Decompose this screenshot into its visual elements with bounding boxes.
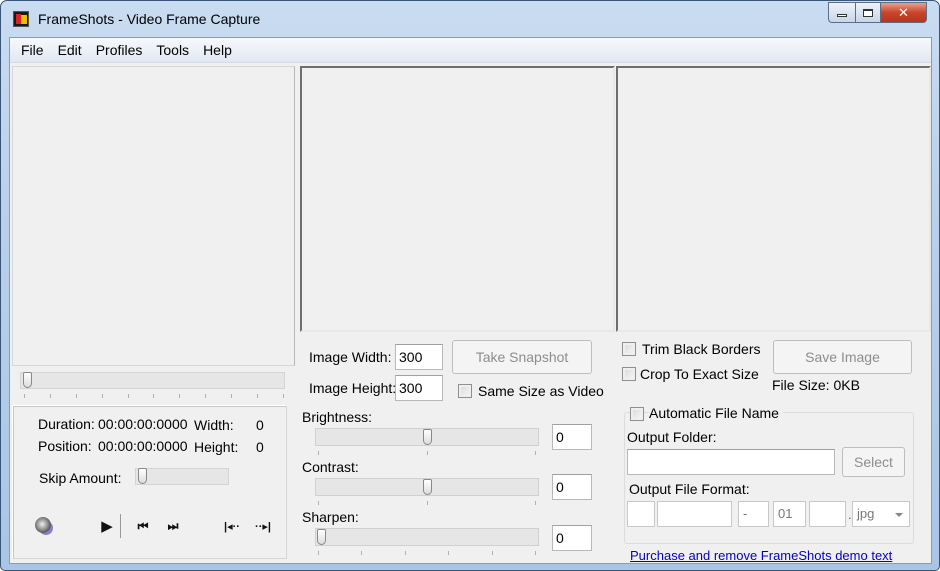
format-field-1[interactable] xyxy=(627,501,655,527)
select-folder-button[interactable]: Select xyxy=(842,447,905,477)
automatic-file-name-group: Automatic File Name Output Folder: Selec… xyxy=(624,405,915,544)
play-button[interactable]: ▶ xyxy=(99,514,115,538)
contrast-label: Contrast: xyxy=(302,459,359,475)
position-label: Position: xyxy=(38,438,92,454)
image-height-label: Image Height: xyxy=(309,380,397,396)
snapshot-preview xyxy=(300,66,615,332)
output-folder-label: Output Folder: xyxy=(627,429,717,445)
purchase-link[interactable]: Purchase and remove FrameShots demo text xyxy=(630,548,892,563)
crop-exact-label[interactable]: Crop To Exact Size xyxy=(640,366,759,382)
duration-label: Duration: xyxy=(38,416,95,432)
width-value: 0 xyxy=(256,417,264,433)
height-label: Height: xyxy=(194,439,239,455)
seek-slider-ticks xyxy=(24,394,284,399)
previous-button[interactable]: ⏮ xyxy=(131,514,155,538)
output-file-format-label: Output File Format: xyxy=(629,481,750,497)
minimize-icon xyxy=(837,14,847,17)
transport-controls: ▶ ⏮ ⏭ |◂·· ··▸| xyxy=(33,514,283,540)
format-suffix-field[interactable] xyxy=(809,501,846,527)
menu-help[interactable]: Help xyxy=(196,39,239,61)
video-player-area[interactable] xyxy=(12,66,295,366)
width-label: Width: xyxy=(194,417,234,433)
brightness-ticks xyxy=(318,451,536,456)
title-bar[interactable]: FrameShots - Video Frame Capture ✕ xyxy=(1,1,939,37)
menu-file[interactable]: File xyxy=(14,39,51,61)
next-button[interactable]: ⏭ xyxy=(161,514,185,538)
contrast-slider[interactable] xyxy=(315,478,539,496)
app-window: FrameShots - Video Frame Capture ✕ File … xyxy=(0,0,940,571)
output-folder-input[interactable] xyxy=(627,449,835,475)
contrast-slider-thumb[interactable] xyxy=(422,479,432,495)
step-back-button[interactable]: |◂·· xyxy=(218,514,246,538)
image-height-input[interactable] xyxy=(395,375,443,401)
contrast-value-input[interactable] xyxy=(552,474,592,500)
sharpen-slider-thumb[interactable] xyxy=(317,529,326,545)
transport-separator xyxy=(120,514,121,538)
automatic-file-name-checkbox[interactable] xyxy=(630,407,644,421)
menu-bar: File Edit Profiles Tools Help xyxy=(10,38,931,63)
window-controls: ✕ xyxy=(828,2,927,26)
close-button[interactable]: ✕ xyxy=(881,2,927,23)
menu-profiles[interactable]: Profiles xyxy=(89,39,150,61)
seek-slider[interactable] xyxy=(20,372,285,389)
trim-borders-checkbox[interactable] xyxy=(622,342,636,356)
automatic-file-name-label[interactable]: Automatic File Name xyxy=(649,405,783,421)
take-snapshot-button[interactable]: Take Snapshot xyxy=(452,340,592,374)
skip-amount-label: Skip Amount: xyxy=(39,470,122,486)
maximize-icon xyxy=(863,8,873,17)
menu-tools[interactable]: Tools xyxy=(149,39,196,61)
brightness-value-input[interactable] xyxy=(552,424,592,450)
format-counter-field[interactable]: 01 xyxy=(773,501,806,527)
skip-amount-thumb[interactable] xyxy=(138,468,147,484)
file-extension-value: jpg xyxy=(857,506,875,521)
crop-exact-checkbox[interactable] xyxy=(622,367,636,381)
contrast-ticks xyxy=(318,501,536,506)
capture-controls: Image Width: Image Height: Take Snapshot… xyxy=(298,334,933,564)
app-logo-icon xyxy=(13,11,29,27)
chevron-down-icon xyxy=(895,513,903,517)
minimize-button[interactable] xyxy=(828,2,855,23)
step-forward-button[interactable]: ··▸| xyxy=(249,514,277,538)
output-preview xyxy=(616,66,931,332)
image-width-label: Image Width: xyxy=(309,349,392,365)
skip-amount-slider[interactable] xyxy=(135,468,229,485)
menu-edit[interactable]: Edit xyxy=(51,39,89,61)
window-title: FrameShots - Video Frame Capture xyxy=(38,11,261,27)
format-field-2[interactable] xyxy=(657,501,732,527)
close-icon: ✕ xyxy=(898,4,909,20)
sharpen-ticks xyxy=(318,551,536,556)
sharpen-slider[interactable] xyxy=(315,528,539,546)
same-size-checkbox[interactable] xyxy=(458,384,472,398)
speaker-icon[interactable] xyxy=(35,517,51,533)
height-value: 0 xyxy=(256,439,264,455)
trim-borders-label[interactable]: Trim Black Borders xyxy=(642,341,761,357)
file-extension-dropdown[interactable]: jpg xyxy=(852,501,910,527)
client-area: File Edit Profiles Tools Help Duration: … xyxy=(9,37,932,564)
same-size-label[interactable]: Same Size as Video xyxy=(478,383,604,399)
sharpen-value-input[interactable] xyxy=(552,525,592,551)
brightness-slider[interactable] xyxy=(315,428,539,446)
seek-slider-thumb[interactable] xyxy=(23,372,32,388)
brightness-label: Brightness: xyxy=(302,409,373,425)
sharpen-label: Sharpen: xyxy=(302,509,359,525)
maximize-button[interactable] xyxy=(855,2,881,23)
image-width-input[interactable] xyxy=(395,344,443,370)
duration-value: 00:00:00:0000 xyxy=(98,416,188,432)
file-size-label: File Size: 0KB xyxy=(772,377,860,393)
video-info-panel: Duration: 00:00:00:0000 Width: 0 Positio… xyxy=(12,405,287,559)
save-image-button[interactable]: Save Image xyxy=(773,340,912,374)
brightness-slider-thumb[interactable] xyxy=(422,429,432,445)
format-separator-field[interactable]: - xyxy=(738,501,769,527)
file-format-fields: - 01 . jpg xyxy=(625,501,915,529)
position-value: 00:00:00:0000 xyxy=(98,438,188,454)
